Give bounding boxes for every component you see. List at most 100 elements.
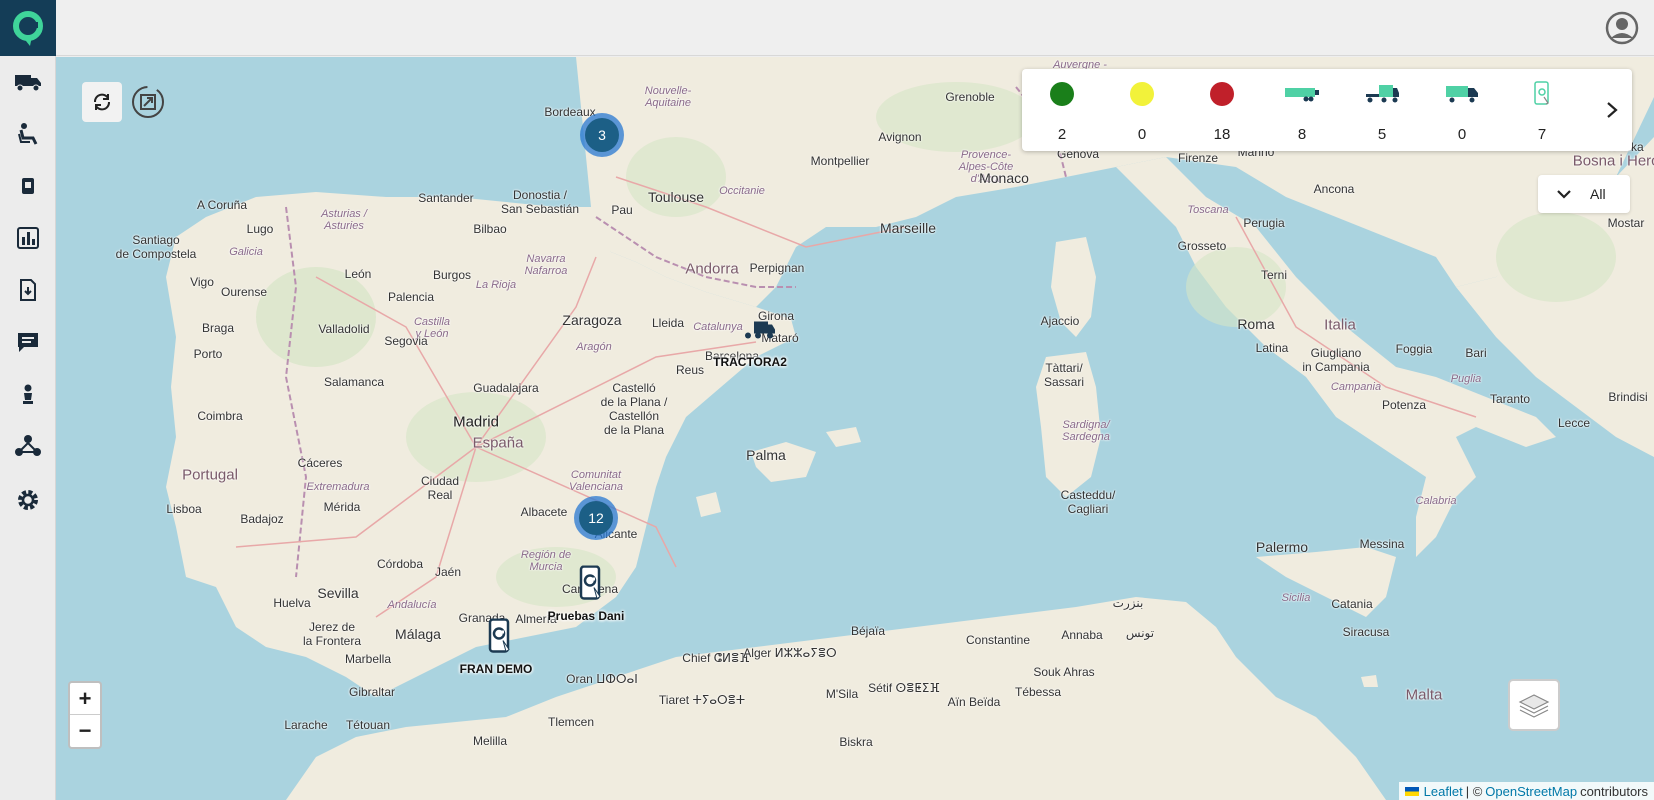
place-label: Taranto [1489,392,1531,406]
map-canvas[interactable]: Bordeaux Nouvelle- Aquitaine Toulouse Oc… [56,57,1654,800]
place-label: Jerez de la Frontera [302,620,362,648]
place-label: Terni [1260,268,1288,282]
person-icon [23,384,33,404]
device-marker-label: FRAN DEMO [459,662,533,676]
refresh-icon [94,93,110,111]
leaflet-link[interactable]: Leaflet [1424,784,1463,799]
tractor-truck-icon [1366,85,1399,103]
legend-status-green[interactable]: 2 [1022,69,1102,151]
place-label: A Coruña [196,198,248,212]
place-label: Palma [746,447,786,463]
device-marker-label: Pruebas Dani [547,609,625,623]
sidebar-item-vehicles[interactable] [0,62,56,102]
place-label: تونس [1125,626,1155,640]
bar-chart-icon [17,227,39,249]
place-label: Región de Murcia [520,549,572,573]
place-label: Sevilla [317,585,359,601]
place-label: Navarra Nafarroa [524,253,568,277]
place-label: Santiago de Compostela [115,233,197,261]
place-label: Lecce [1557,416,1591,430]
place-label: Málaga [395,626,441,642]
place-label: Donostia / San Sebastián [500,188,580,216]
vehicle-filter-select[interactable]: All [1538,175,1630,213]
place-label: Andorra [685,260,739,278]
legend-count: 18 [1213,126,1231,143]
place-label: Larache [284,718,328,732]
ukraine-flag-icon [1404,786,1419,796]
legend-tractor-trucks[interactable]: 5 [1342,69,1422,151]
place-label: Guadalajara [473,381,539,395]
attribution-contributors: contributors [1580,783,1648,799]
place-label: Vigo [190,275,214,289]
refresh-button[interactable] [82,82,122,122]
place-label: Sétif ⵙⴻⵟⵉⴼ [868,681,940,695]
place-label: Alger ⵍⵣⵣⴰⵢⴻⵔ [743,646,837,660]
place-label: Avignon [878,130,922,144]
place-label: Nouvelle- Aquitaine [644,85,692,109]
legend-status-red[interactable]: 18 [1182,69,1262,151]
chevron-right-icon [1607,102,1618,118]
osm-link[interactable]: OpenStreetMap [1485,784,1577,799]
vehicle-marker[interactable] [744,320,776,347]
place-label: Mostar [1607,216,1645,230]
place-label: Bilbao [473,222,507,236]
app-logo-icon[interactable] [0,0,56,56]
place-label: Sicilia [1281,592,1311,604]
legend-count: 5 [1377,126,1387,143]
place-label: Huelva [273,596,311,610]
place-label: Italia [1324,316,1356,334]
sidebar-item-devices[interactable] [0,166,56,206]
place-label: Tétouan [345,718,391,732]
sidebar-item-users[interactable] [0,374,56,414]
zoom-in-button[interactable]: + [70,683,100,715]
user-account-icon[interactable] [1604,10,1640,46]
sidebar-item-drivers[interactable] [0,114,56,154]
vehicle-cluster[interactable]: 12 [574,496,618,540]
zoom-out-button[interactable]: − [70,715,100,747]
place-label: Comunitat Valenciana [568,469,624,493]
place-label: Aïn Beïda [947,695,1001,709]
sidebar-item-documents[interactable] [0,270,56,310]
place-label: Extremadura [306,481,370,493]
legend-next-button[interactable] [1600,95,1624,125]
place-label: Lisboa [166,502,202,516]
device-marker[interactable] [578,565,604,607]
place-label: Brindisi [1608,390,1648,404]
place-label: Biskra [839,735,873,749]
layers-button[interactable] [1508,679,1560,731]
legend-mobile-devices[interactable]: 7 [1502,69,1582,151]
device-icon [22,178,34,194]
sidebar-item-messages[interactable] [0,322,56,362]
device-marker[interactable] [487,618,513,660]
sidebar-item-reports[interactable] [0,218,56,258]
vehicle-cluster[interactable]: 3 [580,113,624,157]
place-label: Souk Ahras [1033,665,1095,679]
place-label: Palencia [387,290,435,304]
place-label: Ourense [220,285,268,299]
legend-rigid-trucks[interactable]: 0 [1422,69,1502,151]
place-label: Lugo [246,222,274,236]
fullscreen-button[interactable] [128,82,168,122]
place-label: Valladolid [318,322,370,336]
place-label: M'Sila [825,687,859,701]
sidebar-item-settings[interactable] [0,480,56,520]
place-label: Perugia [1243,216,1285,230]
place-label: Andalucía [387,599,437,611]
place-label: Tiaret ⵜⵢⴰⵔⴻⵜ [658,693,746,707]
place-label: Malta [1405,686,1443,704]
place-label: Marbella [344,652,392,666]
legend-status-yellow[interactable]: 0 [1102,69,1182,151]
place-label: Foggia [1395,342,1433,356]
place-label: Ancona [1313,182,1355,196]
legend-trailers[interactable]: 8 [1262,69,1342,151]
sidebar-item-groups[interactable] [0,426,56,466]
place-label: Puglia [1450,373,1482,385]
place-label: Sardigna/ Sardegna [1062,419,1110,443]
place-label: Béjaïa [850,624,886,638]
phone-marker-icon [579,565,601,600]
place-label: Madrid [453,413,499,431]
place-label: Ciudad Real [420,474,460,502]
driver-seat-icon [18,123,38,145]
place-label: Firenze [1177,151,1219,165]
chevron-down-icon [1557,190,1571,199]
